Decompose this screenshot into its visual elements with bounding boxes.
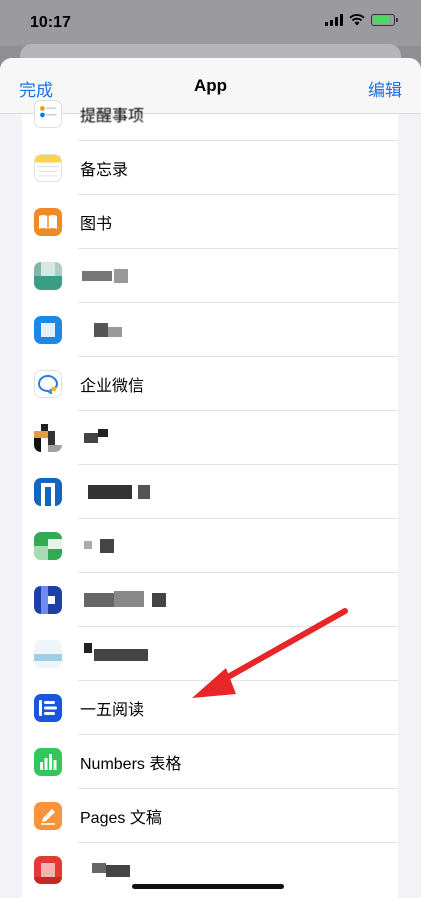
wecom-icon (34, 370, 62, 398)
status-icons (325, 14, 398, 26)
pixelated-app-icon (34, 640, 62, 668)
list-item-books[interactable]: 图书 (22, 195, 398, 249)
home-indicator (132, 884, 284, 889)
list-item-pixelated[interactable] (22, 519, 398, 573)
status-bar: 10:17 (0, 0, 421, 46)
wifi-icon (349, 14, 365, 26)
pixelated-app-icon (34, 586, 62, 614)
app-label: 提醒事项 (80, 108, 145, 125)
app-label: 一五阅读 (80, 702, 145, 719)
app-label: Numbers 表格 (80, 756, 182, 773)
pixelated-app-icon (34, 478, 62, 506)
battery-icon (371, 14, 398, 26)
list-item-pixelated[interactable] (22, 303, 398, 357)
list-item-pixelated[interactable] (22, 627, 398, 681)
list-item-reminders[interactable]: 提醒事项 (22, 87, 398, 141)
pixelated-app-icon (34, 424, 62, 452)
list-item-pixelated[interactable] (22, 411, 398, 465)
pixelated-app-icon (34, 856, 62, 884)
notes-icon (34, 154, 62, 182)
app-label: 备忘录 (80, 162, 129, 179)
list-item-yiwu-reader[interactable]: 一五阅读 (22, 681, 398, 735)
list-item-numbers[interactable]: Numbers 表格 (22, 735, 398, 789)
list-item-pixelated[interactable] (22, 573, 398, 627)
numbers-icon (34, 748, 62, 776)
list-item-pixelated[interactable] (22, 465, 398, 519)
pixelated-app-icon (34, 316, 62, 344)
app-list: 提醒事项 备忘录 图书 企业微信 一五阅读 Numbers 表格 Pages 文… (22, 100, 398, 898)
books-icon (34, 208, 62, 236)
app-label: Pages 文稿 (80, 810, 162, 827)
status-time: 10:17 (30, 14, 71, 31)
pages-icon (34, 802, 62, 830)
app-label: 企业微信 (80, 378, 145, 395)
pixelated-app-icon (34, 532, 62, 560)
list-item-pixelated[interactable] (22, 249, 398, 303)
app-sheet: 完成 App 编辑 提醒事项 备忘录 图书 企业微信 一五阅读 Numbers … (0, 58, 421, 898)
list-item-pages[interactable]: Pages 文稿 (22, 789, 398, 843)
app-label: 图书 (80, 216, 113, 233)
yiwu-reader-icon (34, 694, 62, 722)
reminders-icon (34, 100, 62, 128)
list-item-notes[interactable]: 备忘录 (22, 141, 398, 195)
list-item-wecom[interactable]: 企业微信 (22, 357, 398, 411)
cellular-signal-icon (325, 14, 343, 26)
pixelated-app-icon (34, 262, 62, 290)
